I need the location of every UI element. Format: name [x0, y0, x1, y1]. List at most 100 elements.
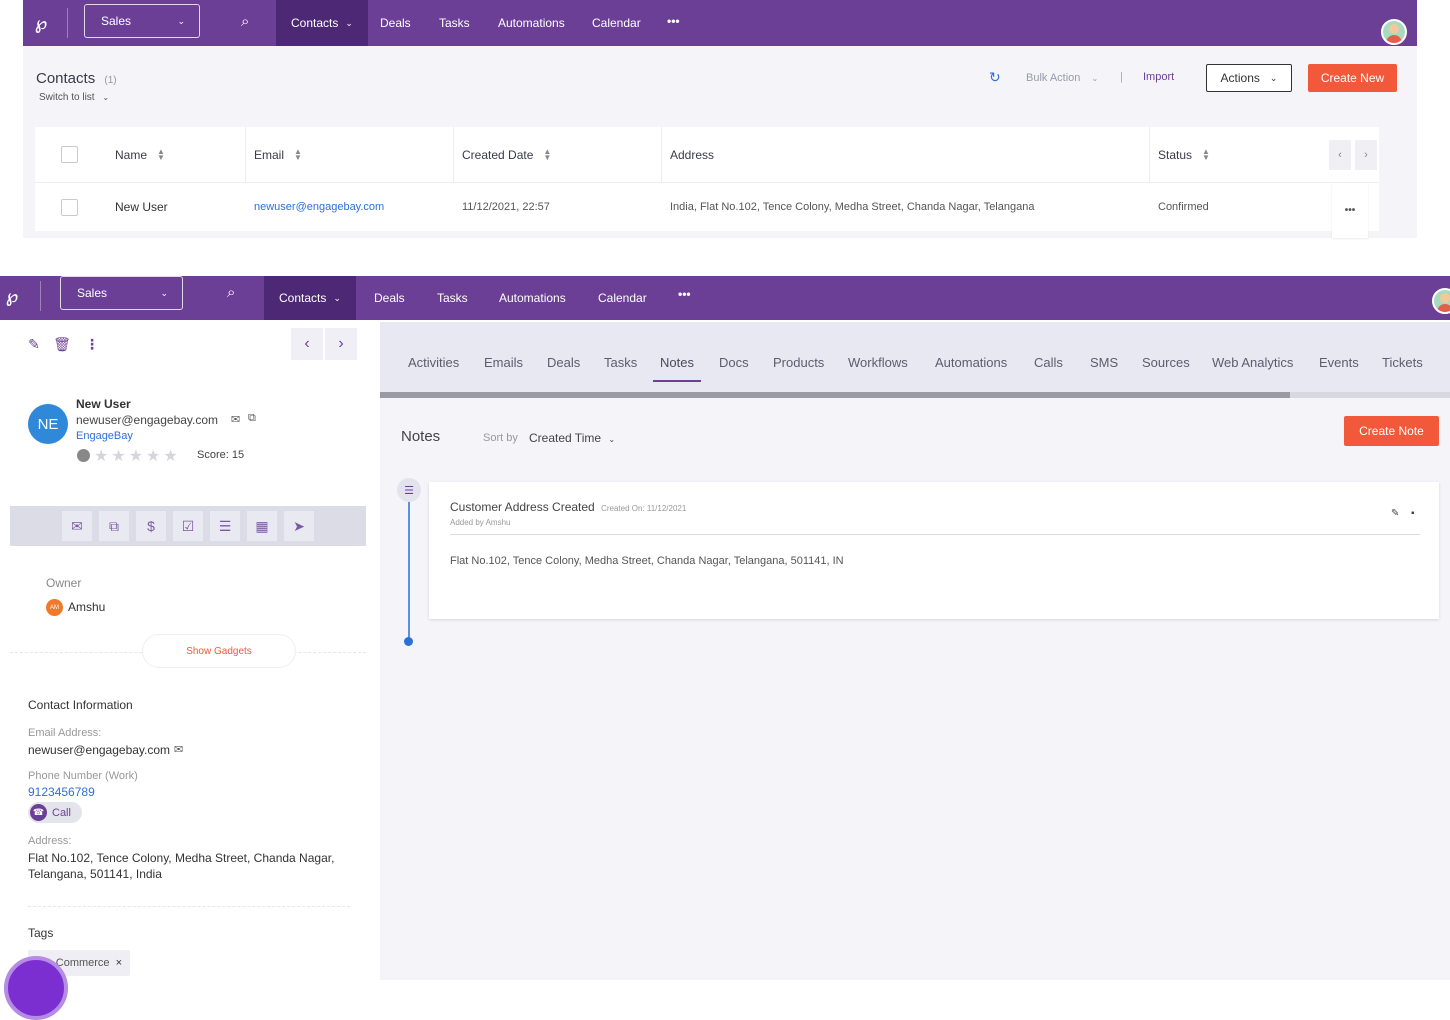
refresh-icon[interactable]: ↻: [989, 69, 1001, 86]
column-status[interactable]: Status ▲ ▼: [1158, 127, 1210, 182]
tab-products[interactable]: Products: [773, 355, 824, 370]
tab-tasks[interactable]: Tasks: [604, 355, 637, 370]
chevron-down-icon: ⌄: [1269, 72, 1278, 83]
tab-activities[interactable]: Activities: [408, 355, 459, 370]
owner-label: Owner: [46, 576, 82, 590]
mail-icon[interactable]: ✉: [231, 413, 240, 426]
search-icon[interactable]: ⌕: [227, 284, 235, 301]
tab-sources[interactable]: Sources: [1142, 355, 1190, 370]
nav-contacts[interactable]: Contacts ⌄: [276, 0, 368, 46]
scroll-left-button[interactable]: ‹: [1329, 140, 1351, 170]
column-email[interactable]: Email ▲ ▼: [254, 127, 302, 182]
column-created-date-label: Created Date: [462, 147, 534, 162]
column-divider: [245, 127, 246, 182]
tabs-scrollbar-thumb[interactable]: [380, 392, 1290, 398]
nav-automations[interactable]: Automations: [484, 276, 581, 320]
nav-deals[interactable]: Deals: [365, 0, 426, 46]
timeline-end-dot: [404, 637, 413, 646]
search-icon[interactable]: ⌕: [241, 13, 249, 30]
tab-deals[interactable]: Deals: [547, 355, 580, 370]
tab-sms[interactable]: SMS: [1090, 355, 1118, 370]
tab-calls[interactable]: Calls: [1034, 355, 1063, 370]
nav-deals[interactable]: Deals: [359, 276, 420, 320]
nav-automations[interactable]: Automations: [483, 0, 580, 46]
column-name[interactable]: Name ▲ ▼: [115, 127, 165, 182]
contacts-count: (1): [104, 75, 117, 86]
note-created-on: Created On: 11/12/2021: [601, 504, 687, 513]
send-email-icon[interactable]: ✉: [62, 511, 92, 541]
call-button[interactable]: ☎ Call: [28, 802, 82, 823]
delete-icon[interactable]: 🗑: [47, 329, 77, 359]
pipeline-select[interactable]: Sales ⌄: [60, 276, 183, 310]
copy-icon[interactable]: ⧉: [248, 412, 256, 425]
user-avatar[interactable]: [1432, 288, 1450, 314]
create-note-button[interactable]: Create Note: [1344, 416, 1439, 446]
note-icon[interactable]: ☰: [210, 511, 240, 541]
copy-icon[interactable]: ⧉: [99, 511, 129, 541]
switch-view-dropdown[interactable]: Switch to list ⌄: [39, 92, 109, 103]
next-contact-button[interactable]: ›: [325, 328, 357, 360]
pipeline-select[interactable]: Sales ⌄: [84, 4, 200, 38]
contact-profile-panel: ✎ 🗑 ⋮ ‹ › NE New User newuser@engagebay.…: [4, 320, 366, 1020]
row-more-icon[interactable]: •••: [1332, 183, 1368, 238]
prev-contact-button[interactable]: ‹: [291, 328, 323, 360]
phone-link[interactable]: 9123456789: [28, 785, 95, 799]
tab-notes[interactable]: Notes: [660, 355, 694, 370]
deal-icon[interactable]: $: [136, 511, 166, 541]
column-divider: [661, 127, 662, 182]
chat-widget-button[interactable]: [4, 956, 68, 1020]
sort-icon[interactable]: ▲ ▼: [294, 147, 302, 161]
company-link[interactable]: EngageBay: [76, 430, 133, 442]
column-address[interactable]: Address: [670, 127, 714, 182]
nav-tasks[interactable]: Tasks: [422, 276, 483, 320]
edit-icon[interactable]: ✎: [1391, 508, 1399, 519]
tab-automations[interactable]: Automations: [935, 355, 1007, 370]
nav-contacts-label: Contacts: [291, 16, 339, 30]
more-icon[interactable]: •••: [667, 14, 680, 28]
user-avatar[interactable]: [1381, 19, 1407, 45]
more-vertical-icon[interactable]: ⋮: [77, 329, 107, 359]
import-link[interactable]: Import: [1143, 71, 1174, 83]
column-created-date[interactable]: Created Date ▲ ▼: [462, 127, 551, 182]
send-icon[interactable]: ➤: [284, 511, 314, 541]
sort-icon[interactable]: ▲ ▼: [1202, 147, 1210, 161]
engagebay-logo-icon[interactable]: ℘: [0, 282, 26, 310]
pipeline-label: Sales: [101, 14, 132, 28]
contacts-table: Name ▲ ▼ Email ▲ ▼ Created Date ▲ ▼ Address…: [35, 127, 1379, 238]
chevron-down-icon: ⌄: [1091, 74, 1099, 83]
row-name[interactable]: New User: [115, 183, 168, 231]
tab-web-analytics[interactable]: Web Analytics: [1212, 355, 1293, 370]
tab-tickets[interactable]: Tickets: [1382, 355, 1423, 370]
star-rating[interactable]: ★★★★★: [94, 446, 181, 466]
edit-icon[interactable]: ✎: [19, 329, 49, 359]
sort-dropdown[interactable]: Created Time ⌄: [529, 431, 615, 445]
nav-contacts[interactable]: Contacts ⌄: [264, 276, 356, 320]
select-all-checkbox[interactable]: [61, 127, 78, 182]
tab-emails[interactable]: Emails: [484, 355, 523, 370]
row-checkbox[interactable]: [61, 183, 78, 231]
row-email-link[interactable]: newuser@engagebay.com: [254, 183, 384, 231]
sort-icon[interactable]: ▲ ▼: [157, 147, 165, 161]
sort-icon[interactable]: ▲ ▼: [543, 147, 551, 161]
nav-tasks[interactable]: Tasks: [424, 0, 485, 46]
nav-calendar[interactable]: Calendar: [577, 0, 656, 46]
mail-icon[interactable]: ✉: [174, 743, 183, 756]
delete-icon[interactable]: ▪: [1411, 508, 1415, 519]
nav-calendar[interactable]: Calendar: [583, 276, 662, 320]
owner-name[interactable]: Amshu: [68, 600, 105, 614]
address-line-1: Flat No.102, Tence Colony, Medha Street,…: [28, 851, 335, 865]
calendar-icon[interactable]: ▦: [247, 511, 277, 541]
tab-workflows[interactable]: Workflows: [848, 355, 908, 370]
bulk-action-dropdown[interactable]: Bulk Action ⌄: [1026, 72, 1098, 84]
rating-reset-icon[interactable]: [77, 449, 90, 462]
engagebay-logo-icon[interactable]: ℘: [27, 9, 55, 37]
close-icon[interactable]: ×: [116, 957, 122, 969]
tab-events[interactable]: Events: [1319, 355, 1359, 370]
scroll-right-button[interactable]: ›: [1355, 140, 1377, 170]
task-icon[interactable]: ☑: [173, 511, 203, 541]
tab-docs[interactable]: Docs: [719, 355, 749, 370]
more-icon[interactable]: •••: [678, 287, 691, 301]
create-new-button[interactable]: Create New: [1308, 64, 1397, 92]
actions-button[interactable]: Actions ⌄: [1206, 64, 1292, 92]
show-gadgets-button[interactable]: Show Gadgets: [142, 634, 296, 668]
